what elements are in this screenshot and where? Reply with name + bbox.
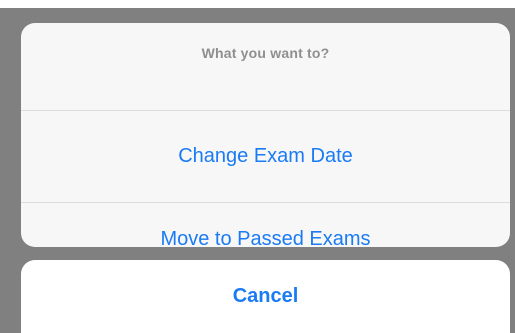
move-to-passed-exams-button[interactable]: Move to Passed Exams <box>21 203 510 248</box>
change-exam-date-button[interactable]: Change Exam Date <box>21 111 510 202</box>
action-sheet-title: What you want to? <box>201 45 330 61</box>
top-background-strip <box>0 0 515 8</box>
cancel-button[interactable]: Cancel <box>21 260 510 333</box>
action-sheet: What you want to? Change Exam Date Move … <box>21 23 510 247</box>
